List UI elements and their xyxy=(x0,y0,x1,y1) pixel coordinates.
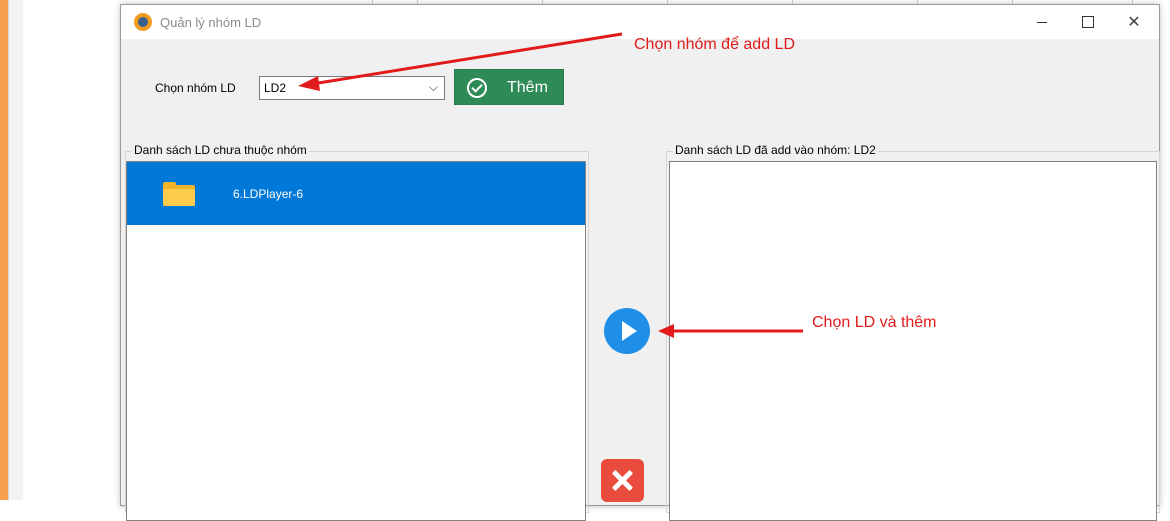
background-window-edge xyxy=(0,0,8,500)
check-circle-icon xyxy=(467,78,487,98)
grouped-ld-groupbox: Danh sách LD đã add vào nhóm: LD2 xyxy=(666,143,1160,521)
group-manager-dialog: Quản lý nhóm LD ✕ Chọn nhóm LD LD2 ⌵ Thê… xyxy=(120,4,1160,521)
maximize-button[interactable] xyxy=(1065,5,1111,39)
ungrouped-ld-list[interactable]: 6.LDPlayer-6 xyxy=(126,161,586,521)
close-button[interactable]: ✕ xyxy=(1111,5,1157,39)
minimize-icon xyxy=(1037,21,1047,23)
background-sidebar xyxy=(9,0,23,500)
window-title: Quản lý nhóm LD xyxy=(160,15,262,30)
remove-button[interactable] xyxy=(601,459,644,502)
list-item[interactable]: 6.LDPlayer-6 xyxy=(127,162,585,225)
add-button-label: Thêm xyxy=(507,79,548,96)
annotation-choose-group: Chọn nhóm để add LD xyxy=(634,36,795,53)
chevron-down-icon: ⌵ xyxy=(428,80,438,94)
folder-icon xyxy=(163,182,195,206)
app-icon xyxy=(134,13,152,31)
ungrouped-ld-title: Danh sách LD chưa thuộc nhóm xyxy=(132,143,309,157)
title-bar: Quản lý nhóm LD ✕ xyxy=(121,5,1159,39)
close-icon: ✕ xyxy=(1127,14,1141,31)
maximize-icon xyxy=(1082,16,1094,28)
group-select-value: LD2 xyxy=(264,81,287,95)
move-right-button[interactable] xyxy=(604,308,650,354)
group-select[interactable]: LD2 ⌵ xyxy=(259,76,445,100)
add-group-button[interactable]: Thêm xyxy=(454,69,564,105)
minimize-button[interactable] xyxy=(1019,5,1065,39)
group-select-label: Chọn nhóm LD xyxy=(155,81,236,95)
grouped-ld-title: Danh sách LD đã add vào nhóm: LD2 xyxy=(673,143,878,157)
list-item-label: 6.LDPlayer-6 xyxy=(233,187,304,201)
ungrouped-ld-groupbox: Danh sách LD chưa thuộc nhóm 6.LDPlayer-… xyxy=(125,143,589,521)
grouped-ld-list[interactable] xyxy=(669,161,1157,521)
annotation-choose-ld: Chọn LD và thêm xyxy=(812,314,937,331)
